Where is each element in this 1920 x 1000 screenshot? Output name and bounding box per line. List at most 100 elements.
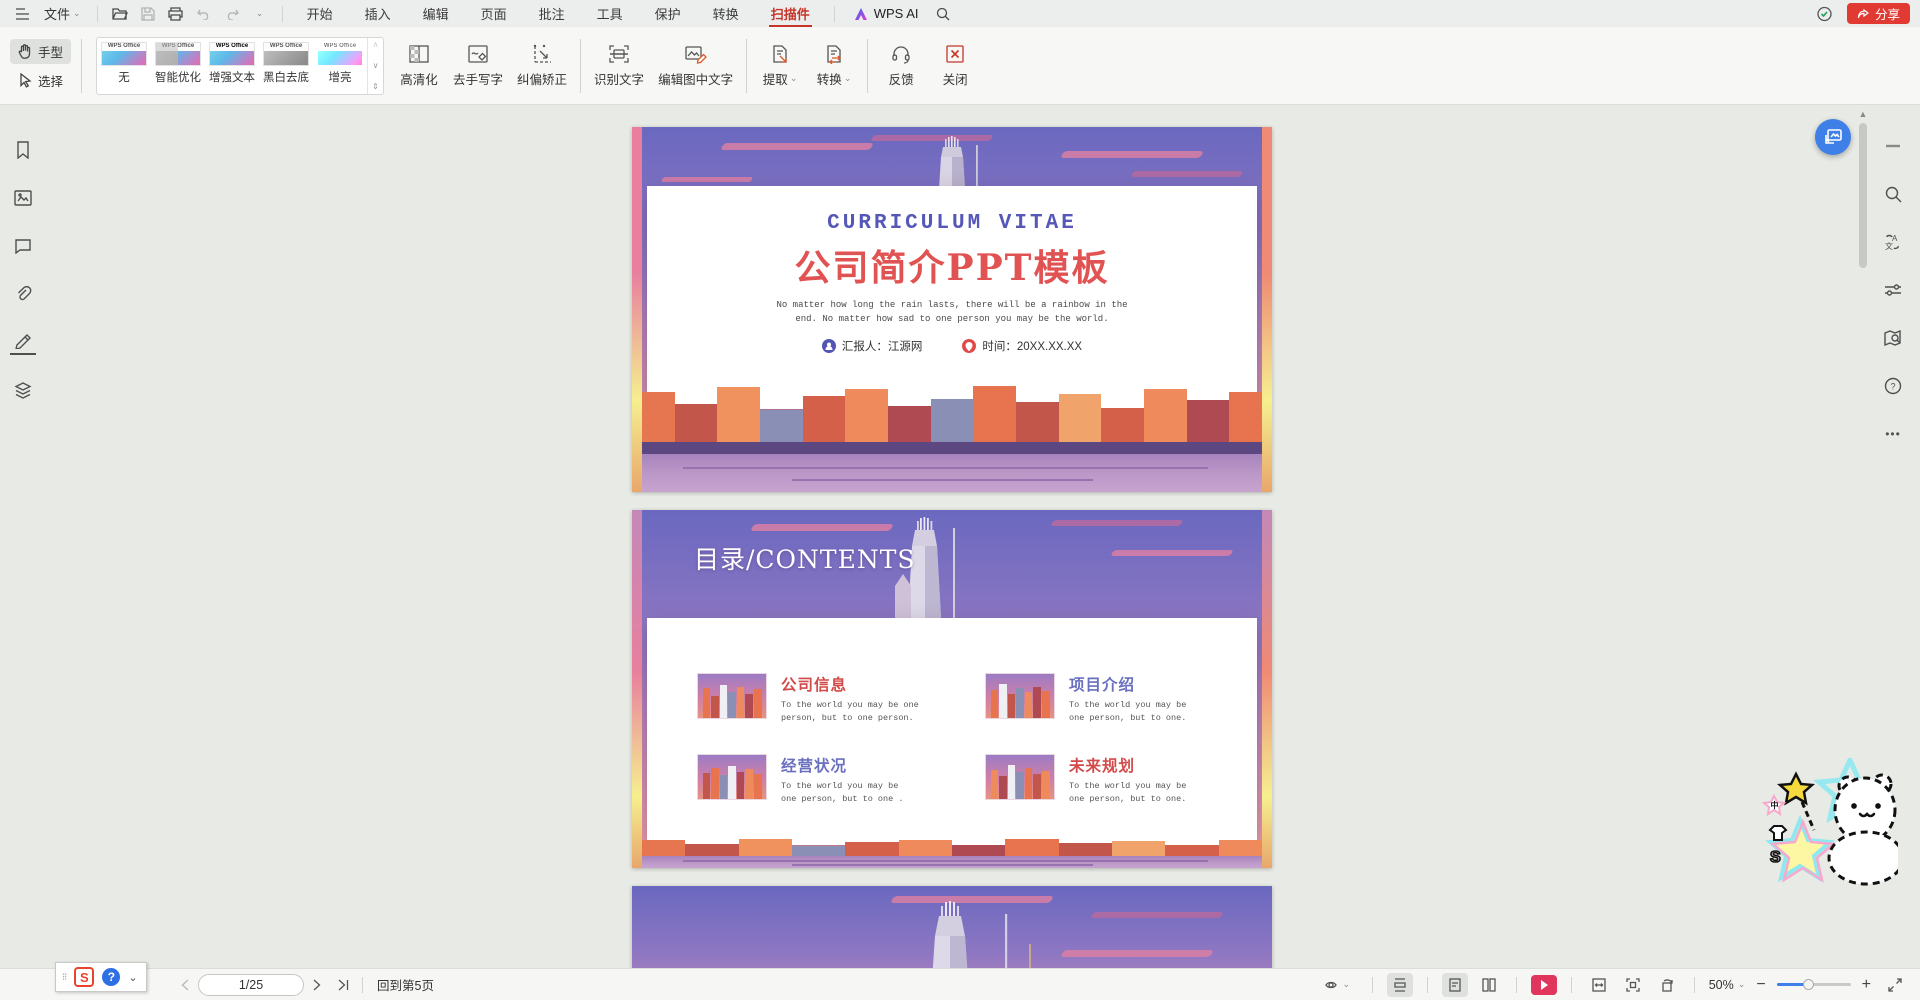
pdf-page-1[interactable]: CURRICULUM VITAE 公司简介PPT模板 No matter how… [632, 127, 1272, 492]
hand-tool-button[interactable]: 手型 [10, 39, 71, 64]
print-icon[interactable] [164, 3, 188, 25]
deskew-button[interactable]: 纠偏矫正 [510, 39, 574, 93]
fit-width-button[interactable] [1586, 973, 1612, 997]
close-scan-button[interactable]: 关闭 [928, 39, 982, 93]
assistant-menu-icon[interactable]: ⌄ [128, 971, 137, 984]
menu-insert[interactable]: 插入 [351, 0, 405, 27]
slide2-title: 目录/CONTENTS [694, 540, 916, 576]
menu-annotate[interactable]: 批注 [525, 0, 579, 27]
translate-icon[interactable]: A 文 [1880, 229, 1906, 255]
single-page-button[interactable] [1442, 973, 1468, 997]
gallery-scroll-down[interactable]: ∨ [373, 62, 379, 70]
help-icon[interactable]: ? [1880, 373, 1906, 399]
wps-ai-button[interactable]: WPS AI [845, 4, 927, 23]
badge-s-icon: S [1770, 849, 1781, 866]
undo-icon[interactable] [192, 3, 216, 25]
hamburger-menu-icon[interactable] [10, 3, 34, 25]
document-canvas[interactable]: CURRICULUM VITAE 公司简介PPT模板 No matter how… [45, 105, 1866, 968]
navigation-map-icon[interactable] [1880, 325, 1906, 351]
gallery-option-none[interactable]: WPS Office 无 [97, 38, 151, 94]
gallery-thumb: WPS Office [317, 42, 363, 66]
divider [362, 977, 363, 993]
menu-scan[interactable]: 扫描件 [757, 0, 824, 27]
toc-item-project-intro: 项目介绍 To the world you may be one person,… [985, 673, 1235, 725]
history-chevron-icon[interactable]: ⌄ [248, 3, 272, 25]
prev-page-button[interactable] [172, 973, 198, 997]
two-page-button[interactable] [1476, 973, 1502, 997]
edit-image-text-button[interactable]: 编辑图中文字 [651, 39, 740, 93]
select-tool-button[interactable]: 选择 [10, 68, 71, 93]
collapse-toolbar-icon[interactable] [1880, 133, 1906, 159]
gallery-option-brighten[interactable]: WPS Office 增亮 [313, 38, 367, 94]
slide1-card: CURRICULUM VITAE 公司简介PPT模板 No matter how… [647, 186, 1257, 409]
open-file-icon[interactable] [108, 3, 132, 25]
page-indicator-input[interactable] [198, 974, 304, 996]
fullscreen-button[interactable] [1882, 973, 1908, 997]
ocr-button[interactable]: 识别文字 [587, 39, 651, 93]
share-arrow-icon [1857, 8, 1870, 20]
pdf-page-3[interactable] [632, 886, 1272, 968]
pdf-page-2[interactable]: 目录/CONTENTS 公司信息 To the world you may be… [632, 510, 1272, 868]
desktop-pet-sticker[interactable]: 中 S [1762, 758, 1898, 888]
save-icon[interactable] [136, 3, 160, 25]
drag-handle-icon[interactable]: ⁝⁝ [62, 972, 66, 983]
share-label: 分享 [1875, 4, 1900, 23]
assistant-widget[interactable]: ⁝⁝ S ? ⌄ [55, 962, 147, 992]
next-page-button[interactable] [304, 973, 330, 997]
fit-page-button[interactable] [1620, 973, 1646, 997]
gallery-option-smart-optimize[interactable]: WPS Office 智能优化 [151, 38, 205, 94]
attachment-icon[interactable] [10, 281, 36, 307]
last-page-button[interactable] [330, 973, 356, 997]
menu-protect[interactable]: 保护 [641, 0, 695, 27]
thumbnail-panel-icon[interactable] [10, 185, 36, 211]
menu-start[interactable]: 开始 [293, 0, 347, 27]
convert-button[interactable]: 转换 ⌄ [807, 39, 861, 93]
search-icon[interactable] [931, 3, 955, 25]
slide1-skyline-art [632, 384, 1272, 444]
doc-verified-icon[interactable] [1813, 3, 1837, 25]
redo-icon[interactable] [220, 3, 244, 25]
read-mode-button[interactable]: ⌄ [1318, 973, 1358, 997]
toc-item-company-info: 公司信息 To the world you may be one person,… [697, 673, 947, 725]
remove-handwriting-button[interactable]: 去手写字 [446, 39, 510, 93]
share-button[interactable]: 分享 [1847, 3, 1910, 24]
back-to-page-button[interactable]: 回到第5页 [369, 972, 442, 997]
signature-pen-icon[interactable] [10, 329, 36, 355]
menu-tools[interactable]: 工具 [583, 0, 637, 27]
play-presentation-button[interactable] [1531, 975, 1557, 995]
chevron-down-icon: ⌄ [73, 8, 81, 19]
gallery-option-enhance-text[interactable]: WPS Office 增强文本 [205, 38, 259, 94]
ocr-scan-icon [608, 44, 630, 64]
scroll-up-arrow[interactable]: ▲ [1856, 109, 1870, 119]
menu-page[interactable]: 页面 [467, 0, 521, 27]
file-menu[interactable]: 文件 ⌄ [38, 2, 87, 25]
scrollbar-thumb[interactable] [1859, 123, 1867, 268]
continuous-scroll-button[interactable] [1387, 973, 1413, 997]
zoom-out-button[interactable]: − [1753, 976, 1768, 994]
assistant-help-button[interactable]: ? [102, 968, 120, 986]
zoom-slider[interactable] [1777, 983, 1851, 986]
zoom-slider-knob[interactable] [1803, 979, 1814, 990]
divider [81, 39, 82, 93]
gallery-scroll-up[interactable]: ∧ [373, 41, 379, 49]
picture-tools-float-button[interactable] [1815, 119, 1851, 155]
gallery-option-bw-clean[interactable]: WPS Office 黑白去底 [259, 38, 313, 94]
bookmark-icon[interactable] [10, 137, 36, 163]
more-options-icon[interactable]: ••• [1880, 421, 1906, 447]
assistant-logo-icon[interactable]: S [74, 967, 94, 987]
find-icon[interactable] [1880, 181, 1906, 207]
feedback-button[interactable]: 反馈 [874, 39, 928, 93]
comment-panel-icon[interactable] [10, 233, 36, 259]
extract-button[interactable]: 提取 ⌄ [753, 39, 807, 93]
menu-edit[interactable]: 编辑 [409, 0, 463, 27]
zoom-in-button[interactable]: + [1859, 976, 1874, 994]
gallery-expand[interactable]: ⇕ [372, 83, 379, 91]
gallery-thumb: WPS Office [101, 42, 147, 66]
display-settings-icon[interactable] [1880, 277, 1906, 303]
hd-enhance-button[interactable]: 高清化 [392, 39, 446, 93]
statusbar: 回到第5页 ⌄ [0, 968, 1920, 1000]
menu-convert[interactable]: 转换 [699, 0, 753, 27]
rotate-page-button[interactable] [1654, 973, 1680, 997]
layers-icon[interactable] [10, 377, 36, 403]
zoom-level-dropdown[interactable]: 50% ⌄ [1709, 978, 1746, 992]
